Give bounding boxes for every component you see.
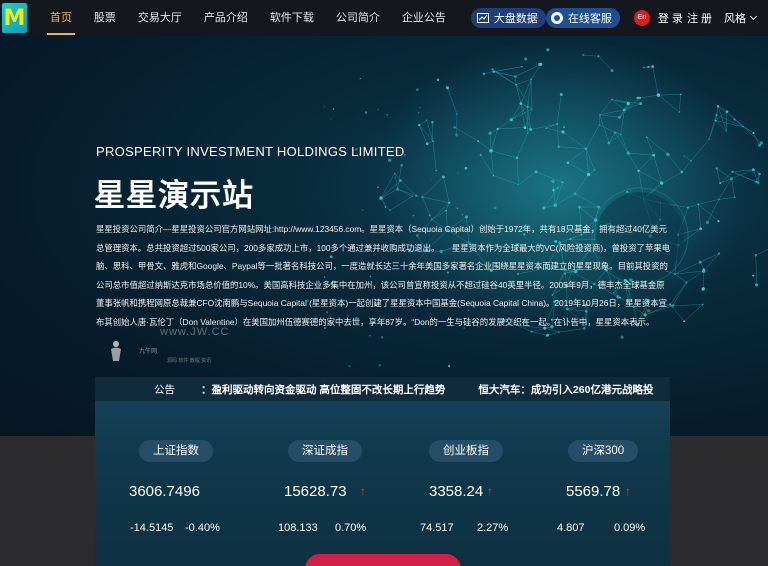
site-title: 星星演示站 [94, 178, 254, 213]
index-change: 4.807 [557, 522, 585, 534]
watermark-subtitle: 源码 软件 教程 资讯 [167, 358, 212, 364]
up-arrow-icon: ↑ [360, 484, 366, 498]
index-percent: -0.40% [185, 522, 220, 534]
watermark-logo-icon [111, 341, 121, 361]
nav-item-trading-hall[interactable]: 交易大厅 [127, 0, 193, 36]
chart-icon [476, 13, 489, 23]
index-change: 108.133 [278, 522, 318, 534]
nav-item-stocks[interactable]: 股票 [83, 0, 127, 36]
watermark-name: 九牛网 [139, 349, 158, 355]
index-price: 5569.78 [566, 483, 621, 500]
nav-item-about[interactable]: 公司简介 [325, 0, 391, 36]
company-description: 星星投资公司简介—星星投资公司官方网站网址:http://www.123456.… [96, 224, 671, 327]
index-percent: 2.27% [477, 522, 509, 534]
style-dropdown[interactable]: 风格 [724, 10, 758, 26]
index-price: 3358.24 [429, 483, 484, 500]
watermark-text: www.JW.CC [160, 326, 230, 338]
nav-item-home[interactable]: 首页 [39, 0, 83, 36]
ticker-label: 公告 [154, 383, 175, 396]
online-service-label: 在线客服 [567, 13, 612, 25]
index-card-shanghai[interactable]: 上证指数 3606.7496 -14.5145 -0.40% [95, 401, 238, 566]
chevron-down-icon [749, 12, 758, 21]
index-name: 沪深300 [568, 440, 639, 462]
index-price: 3606.7496 [129, 483, 200, 500]
hero-banner: PROSPERITY INVESTMENT HOLDINGS LIMITED 星… [0, 36, 768, 436]
index-name: 创业板指 [429, 440, 503, 462]
index-name: 上证指数 [139, 440, 213, 462]
index-card-csi300[interactable]: 沪深300 5569.78 ↑ 4.807 0.09% [524, 401, 667, 566]
trade-now-button[interactable] [305, 554, 461, 566]
login-link[interactable]: 登 录 [658, 10, 683, 26]
nav-item-announcements[interactable]: 企业公告 [391, 0, 457, 36]
ticker-item[interactable]: 恒大汽车：成功引入260亿港元战略投 [478, 382, 653, 397]
index-name: 深证成指 [288, 440, 362, 462]
online-service-button[interactable]: 在线客服 [545, 8, 620, 28]
index-card-shenzhen[interactable]: 深证成指 15628.73 ↑ 108.133 0.70% [238, 401, 381, 566]
headset-icon [550, 12, 563, 24]
up-arrow-icon: ↑ [487, 484, 493, 498]
language-switch-button[interactable]: En [633, 10, 650, 26]
index-percent: 0.70% [335, 522, 367, 534]
site-logo[interactable]: M [2, 3, 27, 33]
nav-item-download[interactable]: 软件下载 [259, 0, 325, 36]
ticker-item[interactable]: ：盈利驱动转向资金驱动 高位整固不改长期上行趋势 [201, 382, 445, 397]
company-english-name: PROSPERITY INVESTMENT HOLDINGS LIMITED [96, 144, 405, 159]
announcement-ticker[interactable]: 公告 ：盈利驱动转向资金驱动 高位整固不改长期上行趋势 恒大汽车：成功引入260… [95, 377, 670, 401]
index-percent: 0.09% [614, 522, 646, 534]
top-navbar: M 首页 股票 交易大厅 产品介绍 软件下载 公司简介 企业公告 大盘数据 在线… [0, 0, 768, 36]
market-index-panel: 上证指数 3606.7496 -14.5145 -0.40% 深证成指 1562… [95, 401, 670, 566]
index-change: 74.517 [420, 522, 454, 534]
big-data-button[interactable]: 大盘数据 [470, 8, 546, 28]
index-price: 15628.73 [284, 483, 347, 500]
up-arrow-icon: ↑ [625, 484, 631, 498]
index-change: -14.5145 [130, 522, 174, 534]
nav-item-products[interactable]: 产品介绍 [193, 0, 259, 36]
style-label: 风格 [724, 13, 746, 25]
index-card-chinext[interactable]: 创业板指 3358.24 ↑ 74.517 2.27% [381, 401, 524, 566]
register-link[interactable]: 注 册 [687, 10, 712, 26]
nav-right-group: 在线客服 En 登 录 注 册 风格 [545, 8, 768, 28]
big-data-label: 大盘数据 [493, 13, 538, 25]
